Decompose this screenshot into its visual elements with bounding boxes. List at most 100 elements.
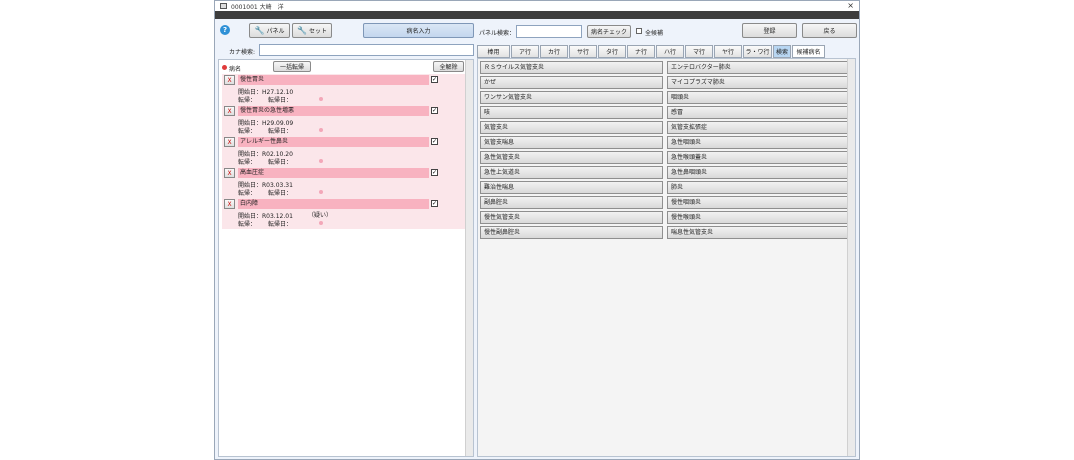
panel-disease-button[interactable]: 難治性喘息 [480, 181, 663, 194]
wrench-icon: 🔧 [297, 26, 307, 35]
panel-disease-button[interactable]: 慢性気管支炎 [480, 211, 663, 224]
kana-search-label: カナ検索: [229, 49, 256, 56]
panel-disease-button[interactable]: 肺炎 [667, 181, 850, 194]
panel-disease-button[interactable]: 慢性喉頭炎 [667, 211, 850, 224]
tab-10[interactable]: 検索 [773, 45, 791, 58]
tab-0[interactable]: 棒用 [477, 45, 510, 58]
panel-search-label: パネル検索： [479, 30, 516, 37]
disease-item: X 慢性胃炎の急性増悪 ✓ 開始日：H29.09.09 転帰： 転帰日： [222, 105, 466, 136]
outcome-date-label: 転帰日： [268, 159, 293, 166]
bulk-outcome-button[interactable]: 一括転帰 [273, 61, 311, 72]
wrench-icon: 🔧 [254, 26, 265, 35]
disease-item: X 白内障 ✓ 開始日：R03.12.01 （疑い） 転帰： 転帰日： [222, 198, 466, 229]
disease-checkbox[interactable]: ✓ [431, 169, 438, 176]
register-button[interactable]: 登録 [742, 23, 797, 38]
disease-checkbox[interactable]: ✓ [431, 76, 438, 83]
kana-search-input[interactable] [259, 44, 474, 56]
panel-disease-button[interactable]: 副鼻腔炎 [480, 196, 663, 209]
panel-disease-button[interactable]: マイコプラズマ肺炎 [667, 76, 850, 89]
panel-disease-button[interactable]: ＲＳウイルス気管支炎 [480, 61, 663, 74]
disease-name[interactable]: 慢性胃炎 [238, 75, 429, 85]
suspected-note: （疑い） [308, 212, 333, 219]
tab-9[interactable]: ラ・ワ行 [743, 45, 772, 58]
remove-disease-button[interactable]: X [224, 137, 235, 147]
remove-disease-button[interactable]: X [224, 168, 235, 178]
panel-disease-button[interactable]: 気管支喘息 [480, 136, 663, 149]
disease-check-button[interactable]: 病名チェック [587, 25, 631, 38]
outcome-dot-icon[interactable] [319, 221, 323, 225]
tab-11[interactable]: 候補病名 [792, 45, 825, 58]
disease-input-button[interactable]: 病名入力 [363, 23, 474, 38]
main-window: 0001001 大崎 洋 × ? 🔧 パネル 🔧 セット 病名入力 パネル検索： 病… [214, 0, 860, 460]
disease-name[interactable]: 慢性胃炎の急性増悪 [238, 106, 429, 116]
clear-all-button[interactable]: 全解除 [433, 61, 464, 72]
panel-disease-button[interactable]: 急性気管支炎 [480, 151, 663, 164]
panel-button[interactable]: 🔧 パネル [249, 23, 290, 38]
panel-disease-button[interactable]: 喘息性気管支炎 [667, 226, 850, 239]
panel-button-label: パネル [266, 28, 285, 35]
tab-8[interactable]: ヤ行 [714, 45, 742, 58]
panel-disease-button[interactable]: 急性上気道炎 [480, 166, 663, 179]
outcome-date-label: 転帰日： [268, 221, 293, 228]
disease-checkbox[interactable]: ✓ [431, 200, 438, 207]
back-button[interactable]: 戻る [802, 23, 857, 38]
remove-disease-button[interactable]: X [224, 75, 235, 85]
panel-disease-button[interactable]: 急性喉頭蓋炎 [667, 151, 850, 164]
outcome-date-label: 転帰日： [268, 128, 293, 135]
tab-7[interactable]: マ行 [685, 45, 713, 58]
disease-checkbox[interactable]: ✓ [431, 107, 438, 114]
panel-disease-button[interactable]: 咳 [480, 106, 663, 119]
tab-4[interactable]: タ行 [598, 45, 626, 58]
remove-disease-button[interactable]: X [224, 199, 235, 209]
disease-item: X 慢性胃炎 ✓ 開始日：H27.12.10 転帰： 転帰日： [222, 74, 466, 105]
disease-checkbox[interactable]: ✓ [431, 138, 438, 145]
panel-disease-button[interactable]: 慢性副鼻腔炎 [480, 226, 663, 239]
panel-disease-button[interactable]: 急性咽頭炎 [667, 136, 850, 149]
app-icon [220, 3, 227, 9]
tab-6[interactable]: ハ行 [656, 45, 684, 58]
close-icon[interactable]: × [847, 1, 854, 11]
panel-disease-button[interactable]: エンテロバクター肺炎 [667, 61, 850, 74]
all-candidates-checkbox[interactable] [636, 28, 642, 34]
disease-name[interactable]: アレルギー性鼻炎 [238, 137, 429, 147]
help-icon[interactable]: ? [220, 25, 230, 35]
set-button[interactable]: 🔧 セット [292, 23, 332, 38]
panel-disease-button[interactable]: 気管支拡張症 [667, 121, 850, 134]
panel-disease-button[interactable]: 感冒 [667, 106, 850, 119]
disease-header-label: 病名 [229, 66, 242, 73]
all-candidates-label: 全候補 [645, 30, 664, 37]
panel-disease-button[interactable]: かぜ [480, 76, 663, 89]
right-scrollbar[interactable] [847, 59, 855, 456]
window-title: 0001001 大崎 洋 [231, 3, 284, 11]
menu-strip [215, 11, 859, 19]
outcome-dot-icon[interactable] [319, 128, 323, 132]
outcome-dot-icon[interactable] [319, 159, 323, 163]
disease-item: X アレルギー性鼻炎 ✓ 開始日：R02.10.20 転帰： 転帰日： [222, 136, 466, 167]
required-dot-icon [222, 65, 227, 70]
registered-disease-panel: 病名 一括転帰 全解除 X 慢性胃炎 ✓ 開始日：H27.12.10 転帰： 転帰日： X 慢… [218, 59, 474, 457]
tab-2[interactable]: カ行 [540, 45, 568, 58]
tab-3[interactable]: サ行 [569, 45, 597, 58]
outcome-label: 転帰： [238, 128, 257, 135]
outcome-dot-icon[interactable] [319, 190, 323, 194]
outcome-dot-icon[interactable] [319, 97, 323, 101]
outcome-label: 転帰： [238, 159, 257, 166]
set-button-label: セット [308, 28, 327, 35]
panel-disease-button[interactable]: 咽頭炎 [667, 91, 850, 104]
disease-name[interactable]: 白内障 [238, 199, 429, 209]
outcome-label: 転帰： [238, 221, 257, 228]
left-scrollbar[interactable] [465, 60, 473, 456]
tab-5[interactable]: ナ行 [627, 45, 655, 58]
outcome-date-label: 転帰日： [268, 97, 293, 104]
panel-disease-button[interactable]: 慢性咽頭炎 [667, 196, 850, 209]
tab-1[interactable]: ア行 [511, 45, 539, 58]
disease-panel-grid: ＲＳウイルス気管支炎 かぜワンサン気管支炎咳気管支炎気管支喘息急性気管支炎 急性上気… [477, 58, 856, 457]
remove-disease-button[interactable]: X [224, 106, 235, 116]
panel-disease-button[interactable]: 急性鼻咽頭炎 [667, 166, 850, 179]
kana-search-row: カナ検索: [215, 43, 475, 59]
panel-disease-button[interactable]: ワンサン気管支炎 [480, 91, 663, 104]
outcome-label: 転帰： [238, 190, 257, 197]
panel-search-input[interactable] [516, 25, 582, 38]
disease-name[interactable]: 高血圧症 [238, 168, 429, 178]
panel-disease-button[interactable]: 気管支炎 [480, 121, 663, 134]
